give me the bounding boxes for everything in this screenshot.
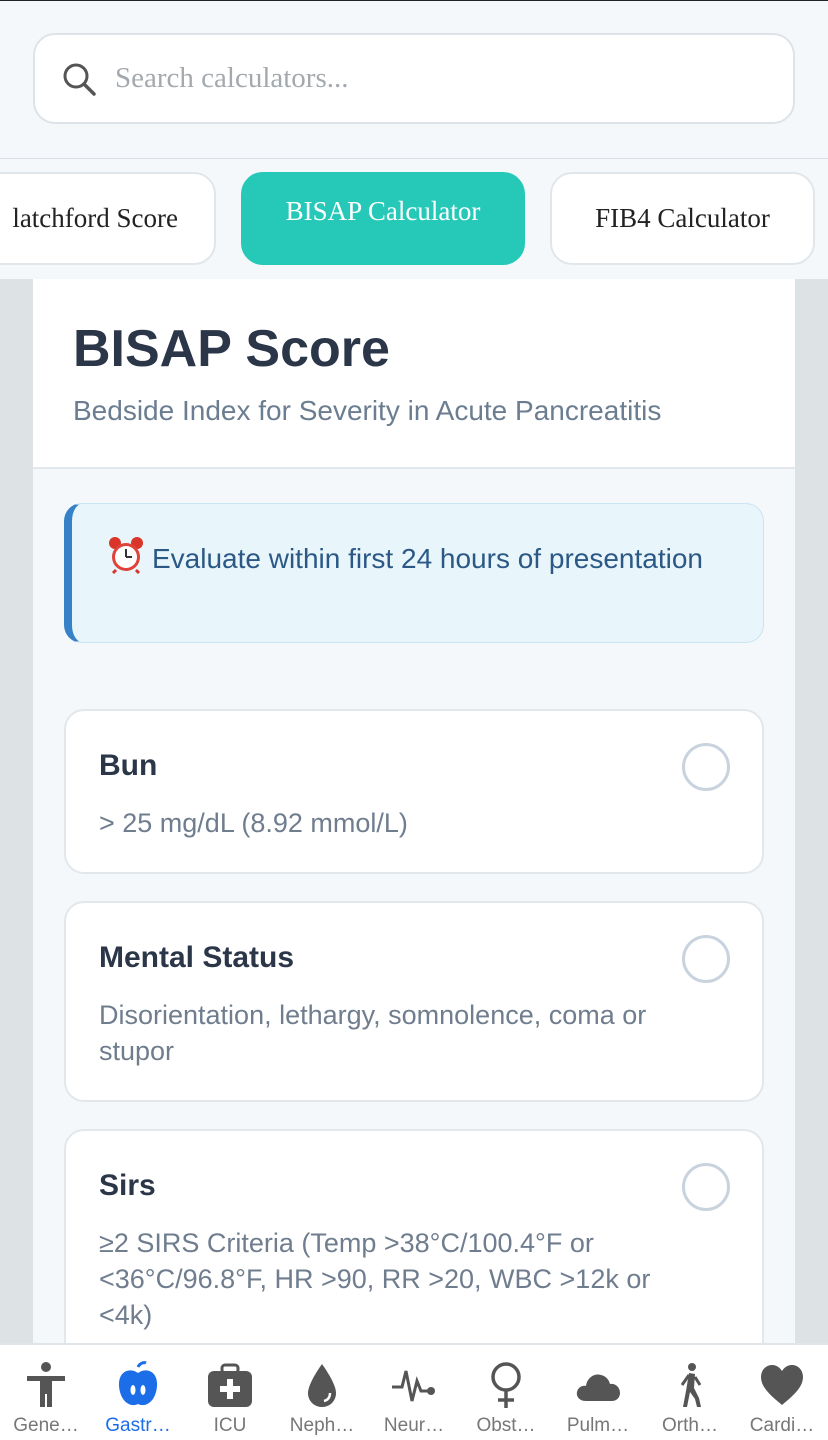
calculator-tabs: latchford Score BISAP Calculator FIB4 Ca… [0, 158, 828, 279]
pulse-icon [392, 1370, 435, 1402]
timing-notice: Evaluate within first 24 hours of presen… [64, 503, 764, 643]
nav-label: Obst… [476, 1415, 536, 1436]
criterion-description: Disorientation, lethargy, somnolence, co… [99, 1000, 647, 1066]
nav-item-gastro[interactable]: Gastr… [92, 1345, 184, 1440]
drop-icon [308, 1364, 336, 1407]
nav-item-nephrology[interactable]: Neph… [276, 1345, 368, 1440]
sirs-radio[interactable] [682, 1163, 730, 1211]
medkit-icon [208, 1363, 252, 1407]
criterion-description: > 25 mg/dL (8.92 mmol/L) [99, 808, 408, 838]
nav-item-obstetrics[interactable]: Obst… [460, 1345, 552, 1440]
mental-status-radio[interactable] [682, 935, 730, 983]
criterion-label: Sirs [99, 1169, 156, 1202]
stomach-icon [118, 1361, 158, 1406]
nav-label: Orth… [662, 1415, 718, 1436]
nav-label: ICU [213, 1415, 247, 1436]
calculator-card: BISAP Score Bedside Index for Severity i… [33, 279, 795, 1343]
cloud-icon [576, 1374, 620, 1401]
nav-item-neurology[interactable]: Neur… [368, 1345, 460, 1440]
criterion-mental-status[interactable]: Mental Status Disorientation, lethargy, … [64, 901, 764, 1102]
nav-item-icu[interactable]: ICU [184, 1345, 276, 1440]
search-input[interactable]: Search calculators... [33, 33, 795, 124]
page-title: BISAP Score [73, 320, 390, 378]
alarm-clock-icon [109, 537, 143, 574]
nav-item-cardiology[interactable]: Cardi… [736, 1345, 828, 1440]
search-icon [63, 63, 96, 96]
nav-label: Neph… [289, 1415, 355, 1436]
criterion-sirs[interactable]: Sirs ≥2 SIRS Criteria (Temp >38°C/100.4°… [64, 1129, 764, 1343]
nav-item-orthopedics[interactable]: Orth… [644, 1345, 736, 1440]
nav-label: Cardi… [749, 1415, 815, 1436]
tab-bisap-calculator[interactable]: BISAP Calculator [241, 172, 525, 265]
nav-item-pulmonology[interactable]: Pulm… [552, 1345, 644, 1440]
criterion-bun[interactable]: Bun > 25 mg/dL (8.92 mmol/L) [64, 709, 764, 874]
nav-label: Pulm… [566, 1415, 630, 1436]
nav-label: Neur… [383, 1415, 445, 1436]
criterion-label: Mental Status [99, 941, 295, 974]
bottom-nav: Gene… Gastr… ICU Neph… Neur… Obst… Pulm…… [0, 1343, 828, 1440]
page-subtitle: Bedside Index for Severity in Acute Panc… [73, 395, 662, 426]
calculator-header: BISAP Score Bedside Index for Severity i… [33, 279, 795, 469]
criterion-label: Bun [99, 749, 158, 782]
tab-glatchford-score[interactable]: latchford Score [0, 172, 216, 265]
person-icon [27, 1362, 65, 1407]
notice-text: Evaluate within first 24 hours of presen… [152, 543, 703, 574]
criterion-description: ≥2 SIRS Criteria (Temp >38°C/100.4°F or … [99, 1228, 651, 1330]
walking-icon [680, 1363, 702, 1407]
search-placeholder: Search calculators... [115, 62, 349, 94]
tab-fib4-calculator[interactable]: FIB4 Calculator [550, 172, 815, 265]
female-icon [491, 1362, 521, 1408]
nav-label: Gene… [13, 1415, 79, 1436]
heart-icon [761, 1365, 803, 1405]
nav-label: Gastr… [105, 1415, 171, 1436]
bun-radio[interactable] [682, 743, 730, 791]
nav-item-general[interactable]: Gene… [0, 1345, 92, 1440]
